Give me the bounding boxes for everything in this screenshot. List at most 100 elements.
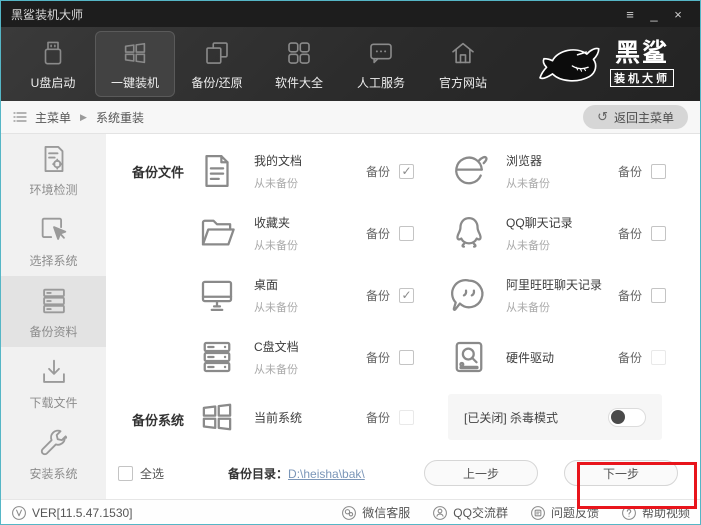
backup-item-c-drive-docs: C盘文档 从未备份 备份 — [196, 326, 448, 388]
sidebar: 环境检测 选择系统 备份资料 下载文件 安装系统 — [1, 134, 106, 499]
backup-checkbox[interactable] — [399, 349, 414, 365]
menu-list-icon — [13, 111, 27, 123]
backup-checkbox[interactable] — [651, 349, 666, 365]
back-to-main-menu-button[interactable]: ↺ 返回主菜单 — [583, 105, 688, 129]
main-toolbar: U盘启动 一键装机 备份/还原 软件大全 人工服务 官方网站 黑鲨 装机大师 — [1, 27, 700, 101]
item-subtitle: 从未备份 — [254, 301, 298, 314]
backup-checkbox[interactable] — [651, 225, 666, 241]
backup-item-browser: 浏览器 从未备份 备份 — [448, 140, 700, 202]
wechat-support-link[interactable]: 微信客服 — [341, 504, 410, 521]
backup-checkbox[interactable] — [399, 225, 414, 241]
nav-label: 人工服务 — [356, 75, 405, 90]
breadcrumb-root[interactable]: 主菜单 — [35, 109, 71, 126]
desktop-monitor-icon — [196, 274, 238, 316]
item-title: 硬件驱动 — [506, 350, 555, 365]
backup-item-wangwang-chat: 阿里旺旺聊天记录 从未备份 备份 — [448, 264, 700, 326]
backup-item-hardware-driver: 硬件驱动 备份 — [448, 326, 700, 388]
nav-support[interactable]: 人工服务 — [341, 31, 421, 97]
breadcrumb-current: 系统重装 — [95, 110, 144, 125]
item-title: 浏览器 — [506, 153, 543, 168]
backup-directory-link[interactable]: D:\heisha\bak\ — [288, 467, 365, 481]
item-subtitle: 从未备份 — [254, 177, 298, 190]
toggle-knob — [611, 410, 625, 424]
feedback-icon — [531, 505, 545, 520]
backup-item-qq-chat: QQ聊天记录 从未备份 备份 — [448, 202, 700, 264]
previous-step-button[interactable]: 上一步 — [424, 460, 538, 486]
version-info: VER[11.5.47.1530] — [11, 505, 133, 521]
nav-label: 官方网站 — [438, 75, 487, 90]
item-title: 我的文档 — [254, 153, 303, 168]
backup-label: 备份 — [365, 410, 390, 425]
item-title: 收藏夹 — [254, 215, 291, 230]
footer-link-label: QQ交流群 — [453, 506, 508, 520]
item-subtitle: 从未备份 — [254, 363, 298, 376]
sidebar-item-backup-data[interactable]: 备份资料 — [1, 276, 106, 347]
qq-group-link[interactable]: QQ交流群 — [432, 504, 508, 521]
grid-empty-cell — [106, 326, 196, 388]
backup-checkbox[interactable] — [399, 163, 414, 179]
nav-label: 备份/还原 — [191, 75, 243, 90]
back-arrow-icon: ↺ — [597, 109, 608, 124]
usb-icon — [37, 38, 69, 68]
backup-checkbox[interactable] — [651, 163, 666, 179]
item-subtitle: 从未备份 — [254, 239, 298, 252]
folder-icon — [196, 212, 238, 254]
app-title: 黑鲨装机大师 — [11, 7, 84, 22]
sidebar-label: 选择系统 — [29, 253, 78, 268]
grid-empty-cell — [106, 202, 196, 264]
nav-backup-restore[interactable]: 备份/还原 — [177, 31, 257, 97]
sidebar-item-env-check[interactable]: 环境检测 — [1, 134, 106, 205]
feedback-link[interactable]: 问题反馈 — [530, 504, 599, 521]
next-step-button[interactable]: 下一步 — [564, 460, 678, 486]
backup-label: 备份 — [365, 164, 390, 179]
help-icon — [622, 505, 636, 520]
nav-onekey-install[interactable]: 一键装机 — [95, 31, 175, 97]
nav-label: 软件大全 — [274, 75, 323, 90]
wechat-icon — [342, 505, 357, 520]
nav-label: U盘启动 — [30, 75, 76, 90]
titlebar: 黑鲨装机大师 ≡ _ × — [1, 1, 700, 27]
item-title: 阿里旺旺聊天记录 — [506, 277, 603, 292]
sidebar-item-install-system[interactable]: 安装系统 — [1, 418, 106, 489]
minimize-icon[interactable]: _ — [642, 5, 666, 23]
antivirus-mode-box: [已关闭] 杀毒模式 — [448, 394, 662, 440]
section-backup-system: 备份系统 — [132, 412, 185, 428]
item-title: QQ聊天记录 — [506, 215, 573, 230]
select-system-icon — [36, 213, 72, 247]
nav-label: 一键装机 — [110, 75, 159, 90]
nav-website[interactable]: 官方网站 — [423, 31, 503, 97]
shark-logo — [539, 47, 600, 82]
backup-directory-label: 备份目录： — [228, 466, 289, 481]
footer: VER[11.5.47.1530] 微信客服 QQ交流群 问题反馈 帮助视频 — [1, 499, 700, 524]
software-icon — [283, 38, 315, 68]
backup-directory: 备份目录：D:\heisha\bak\ — [228, 465, 365, 482]
backup-item-current-system: 当前系统 备份 — [196, 388, 448, 446]
backup-label: 备份 — [617, 226, 642, 241]
sidebar-item-download-files[interactable]: 下载文件 — [1, 347, 106, 418]
menu-icon[interactable]: ≡ — [618, 5, 642, 23]
item-title: 当前系统 — [254, 410, 303, 425]
home-icon — [447, 38, 479, 68]
brand-logo: 黑鲨 装机大师 — [538, 40, 674, 88]
backup-checkbox[interactable] — [651, 287, 666, 303]
breadcrumb-separator-icon: ▶ — [80, 111, 87, 122]
item-subtitle: 从未备份 — [506, 239, 550, 252]
install-wrench-icon — [36, 426, 72, 460]
backup-restore-icon — [201, 38, 233, 68]
sidebar-label: 下载文件 — [29, 395, 78, 410]
nav-usb-boot[interactable]: U盘启动 — [13, 31, 93, 97]
backup-checkbox[interactable] — [399, 287, 414, 303]
env-check-icon — [36, 142, 72, 176]
sidebar-label: 安装系统 — [29, 466, 78, 481]
document-icon — [196, 150, 238, 192]
sidebar-item-select-system[interactable]: 选择系统 — [1, 205, 106, 276]
backup-checkbox[interactable] — [399, 409, 414, 425]
antivirus-toggle[interactable] — [608, 407, 646, 427]
sidebar-label: 环境检测 — [29, 182, 78, 197]
nav-software[interactable]: 软件大全 — [259, 31, 339, 97]
close-icon[interactable]: × — [666, 5, 690, 23]
help-video-link[interactable]: 帮助视频 — [621, 504, 690, 521]
backup-label: 备份 — [617, 350, 642, 365]
select-all-checkbox[interactable] — [118, 465, 133, 481]
onekey-install-icon — [119, 38, 151, 68]
